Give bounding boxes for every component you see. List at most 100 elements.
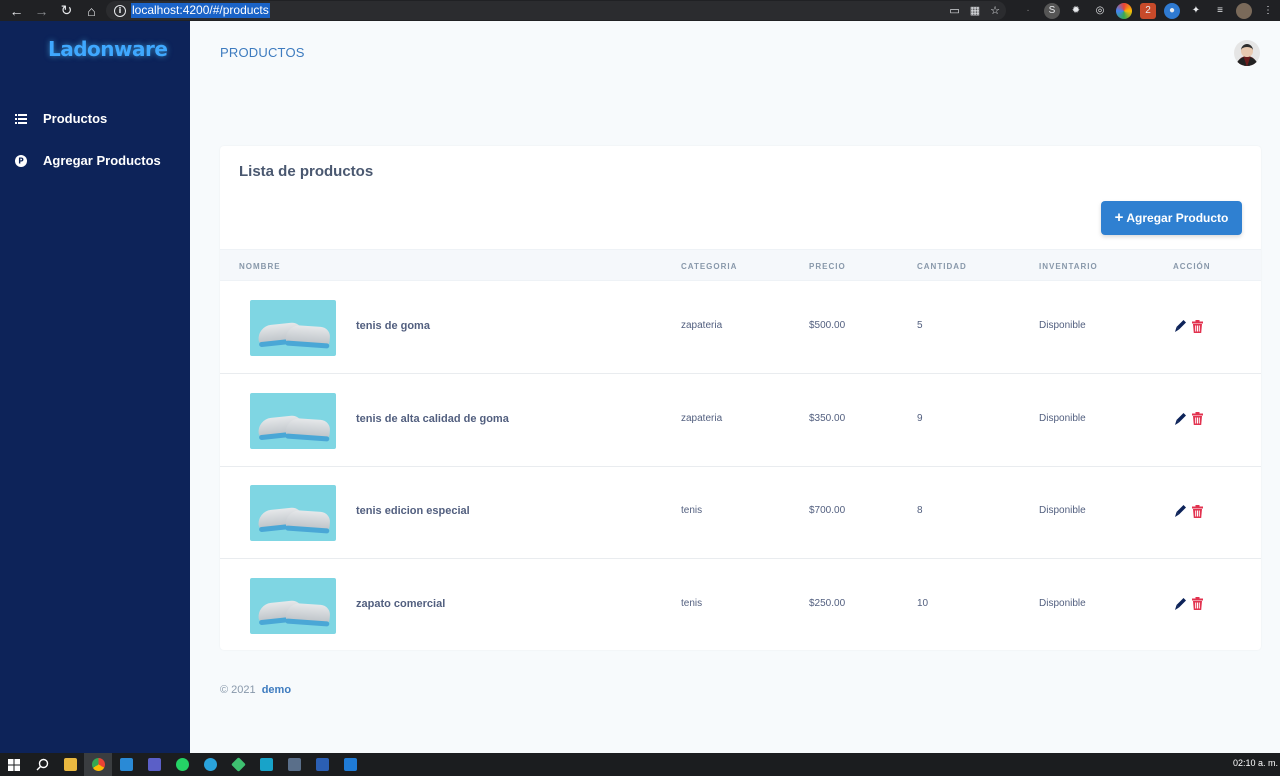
plus-icon: + [1114,209,1124,226]
site-info-icon[interactable]: i [114,4,126,17]
forward-icon[interactable]: → [29,0,54,21]
react-devtools-icon[interactable]: ✹ [1068,3,1084,19]
sidebar-item-label: Agregar Productos [43,153,161,168]
translate-icon[interactable]: ▦ [970,4,980,17]
copyright-text: © 2021 [220,684,256,696]
product-quantity: 5 [917,320,923,331]
sidebar-item-productos[interactable]: Productos [14,111,107,126]
edit-pen-icon[interactable] [1174,319,1186,333]
product-category: tenis [681,597,703,609]
more-menu-icon[interactable]: ⋮ [1260,3,1276,19]
address-url[interactable]: localhost:4200/#/products [131,3,270,18]
app-icon[interactable] [252,753,280,776]
card-title: Lista de productos [239,163,374,180]
sidebar: Ladonware Productos P Agregar Productos [0,21,190,753]
puzzle-icon[interactable]: ✦ [1188,3,1204,19]
home-icon[interactable]: ⌂ [79,0,104,21]
delete-trash-icon[interactable] [1192,597,1203,610]
file-explorer-icon[interactable] [56,753,84,776]
column-header[interactable]: CANTIDAD [917,262,967,271]
app-icon[interactable] [224,753,252,776]
teams-icon[interactable] [140,753,168,776]
extension-icon[interactable]: · [1020,3,1036,19]
reading-list-icon[interactable]: ≡ [1212,3,1228,19]
product-inventory: Disponible [1039,597,1086,609]
clock[interactable]: 02:10 a. m. [1233,758,1278,768]
product-name: tenis de alta calidad de goma [356,412,509,425]
avatar[interactable] [1234,40,1260,66]
sidebar-item-agregar-productos[interactable]: P Agregar Productos [14,153,161,168]
product-image [250,577,336,634]
column-header[interactable]: NOMBRE [239,262,281,271]
edit-pen-icon[interactable] [1174,412,1186,426]
product-image [250,392,336,449]
table-row: tenis de alta calidad de goma zapateria … [220,374,1261,467]
row-actions [1174,504,1203,518]
svg-text:P: P [18,156,24,165]
vscode-icon[interactable] [112,753,140,776]
extension-icon[interactable] [1116,2,1132,19]
product-name: tenis edicion especial [356,505,470,517]
extension-icon[interactable]: S [1044,2,1060,19]
extension-icon[interactable]: 2 [1140,2,1156,19]
delete-trash-icon[interactable] [1192,319,1203,333]
add-product-label: Agregar Producto [1126,211,1229,225]
extension-icon[interactable]: ● [1164,2,1180,19]
extension-icon[interactable]: ◎ [1092,3,1108,19]
table-header: NOMBRE CATEGORIA PRECIO CANTIDAD INVENTA… [220,249,1261,281]
product-price: $700.00 [809,505,846,516]
product-image [250,485,336,541]
product-price: $350.00 [809,412,846,424]
product-price: $250.00 [809,597,846,609]
sidebar-item-label: Productos [43,111,108,126]
product-quantity: 8 [917,505,923,516]
edit-pen-icon[interactable] [1174,504,1186,518]
page-title: PRODUCTOS [220,45,305,60]
edit-pen-icon[interactable] [1174,597,1186,611]
add-product-button[interactable]: + Agregar Producto [1101,201,1242,235]
bookmark-star-icon[interactable]: ☆ [990,4,1000,17]
product-name: tenis de goma [356,320,430,332]
table-row: zapato comercial tenis $250.00 10 Dispon… [220,559,1261,652]
mail-icon[interactable] [336,753,364,776]
delete-trash-icon[interactable] [1192,504,1203,518]
reload-icon[interactable]: ↻ [54,0,79,21]
product-image [250,300,336,356]
product-quantity: 9 [917,412,923,424]
back-icon[interactable]: ← [4,0,29,21]
column-header[interactable]: CATEGORIA [681,262,737,271]
table-row: tenis edicion especial tenis $700.00 8 D… [220,466,1261,559]
browser-toolbar: ← → ↻ ⌂ i localhost:4200/#/products ▭ ▦ … [0,0,1280,21]
profile-avatar-icon[interactable] [1236,2,1252,19]
list-icon [14,112,28,126]
product-inventory: Disponible [1039,505,1086,516]
column-header[interactable]: PRECIO [809,262,846,271]
cast-icon[interactable]: ▭ [949,4,959,17]
chrome-icon[interactable] [84,753,112,776]
row-actions [1174,597,1203,611]
row-actions [1174,412,1203,426]
column-header[interactable]: ACCIÓN [1173,262,1211,271]
os-taskbar: 02:10 a. m. [0,753,1280,776]
footer-link[interactable]: demo [262,684,291,696]
app-icon[interactable] [280,753,308,776]
footer: © 2021 demo [220,684,291,696]
product-inventory: Disponible [1039,320,1086,331]
extensions-bar: · S ✹ ◎ 2 ● ✦ ≡ ⋮ [1020,0,1276,21]
telegram-icon[interactable] [196,753,224,776]
whatsapp-icon[interactable] [168,753,196,776]
row-actions [1174,319,1203,333]
windows-start-icon[interactable] [0,753,28,776]
product-name: zapato comercial [356,597,446,610]
brand-logo[interactable]: Ladonware [48,37,168,61]
column-header[interactable]: INVENTARIO [1039,262,1098,271]
product-quantity: 10 [917,597,929,609]
word-icon[interactable] [308,753,336,776]
product-category: zapateria [681,412,723,424]
search-icon[interactable] [28,753,56,776]
product-inventory: Disponible [1039,412,1086,424]
products-card: Lista de productos + Agregar Producto NO… [220,146,1261,650]
product-price: $500.00 [809,320,846,331]
address-bar[interactable]: i localhost:4200/#/products ▭ ▦ ☆ [106,1,1006,20]
delete-trash-icon[interactable] [1192,412,1203,425]
